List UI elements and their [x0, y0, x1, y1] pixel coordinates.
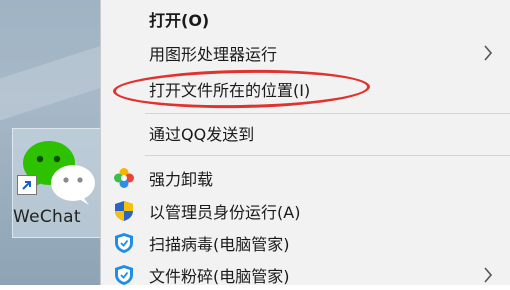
context-menu: 打开(O) 用图形处理器运行 打开文件所在的位置(I) 通过QQ发送到 强力卸载: [100, 0, 510, 286]
menu-item-label: 强力卸载: [149, 170, 214, 189]
menu-item-label: 扫描病毒(电脑管家): [149, 235, 290, 254]
menu-item-label: 打开(O): [149, 11, 210, 30]
colorful-flower-icon: [114, 168, 134, 188]
menu-separator: [145, 113, 510, 114]
shortcut-arrow-icon: [17, 175, 37, 195]
menu-item-send-via-qq[interactable]: 通过QQ发送到: [101, 118, 510, 148]
menu-item-file-shredder[interactable]: 文件粉碎(电脑管家): [101, 260, 510, 290]
wechat-icon: [23, 141, 95, 205]
menu-item-label: 文件粉碎(电脑管家): [149, 267, 290, 286]
pc-manager-shield-icon: [115, 265, 133, 285]
submenu-arrow-icon: [484, 267, 493, 283]
menu-item-run-with-gpu[interactable]: 用图形处理器运行: [101, 38, 510, 68]
submenu-arrow-icon: [484, 45, 493, 61]
desktop-background: WeChat: [0, 0, 100, 285]
menu-separator: [145, 155, 510, 156]
menu-item-run-as-admin[interactable]: 以管理员身份运行(A): [101, 196, 510, 226]
wechat-shortcut[interactable]: WeChat: [12, 128, 100, 238]
menu-item-label: 用图形处理器运行: [149, 45, 278, 64]
pc-manager-shield-icon: [115, 233, 133, 253]
menu-item-open[interactable]: 打开(O): [101, 4, 510, 34]
menu-item-label: 以管理员身份运行(A): [149, 203, 301, 222]
menu-item-force-uninstall[interactable]: 强力卸载: [101, 163, 510, 193]
menu-item-scan-virus[interactable]: 扫描病毒(电脑管家): [101, 228, 510, 258]
shortcut-label: WeChat: [13, 207, 81, 227]
uac-shield-icon: [115, 201, 133, 221]
menu-item-label: 通过QQ发送到: [149, 125, 255, 144]
